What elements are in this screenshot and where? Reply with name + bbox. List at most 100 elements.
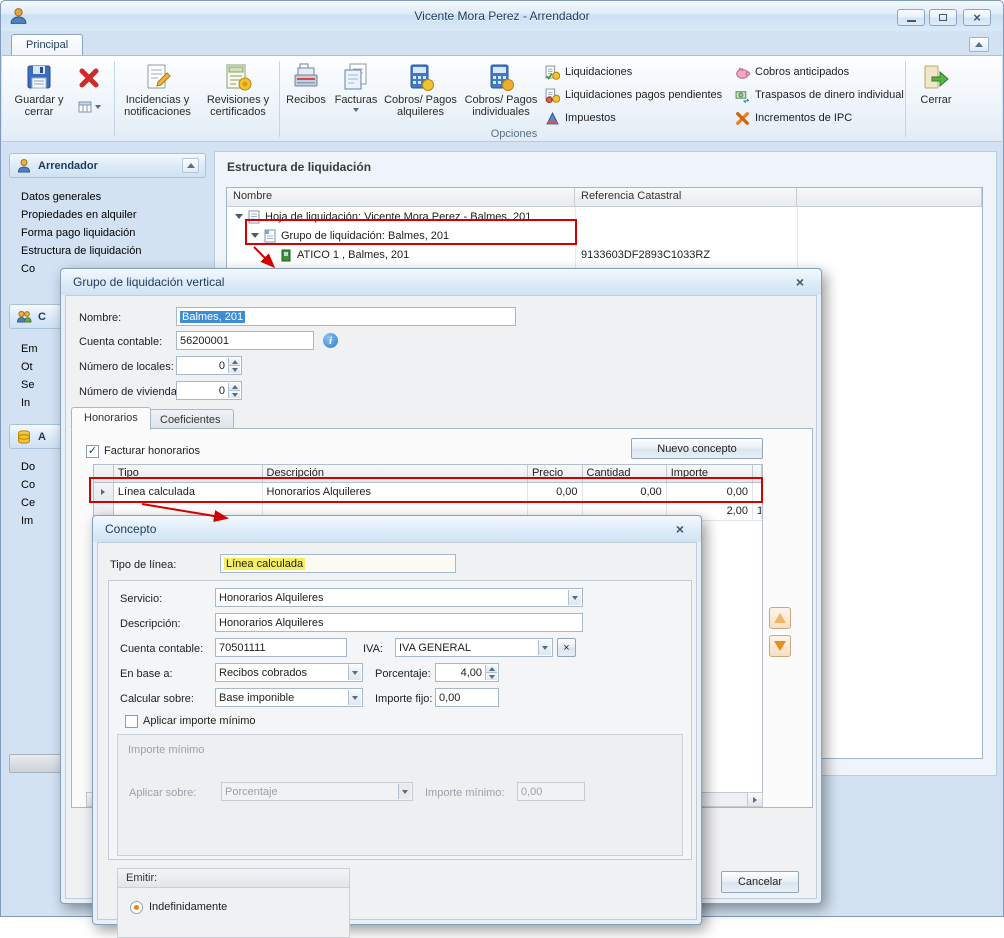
descripcion-label: Descripción: [120,615,181,634]
concepto-dialog: Concepto × Tipo de línea: Línea calculad… [92,515,702,925]
guardar-cerrar-button[interactable]: Guardar y cerrar [12,58,66,134]
nombre-input[interactable]: Balmes, 201 [176,307,516,326]
nuevo-concepto-button[interactable]: Nuevo concepto [631,438,763,459]
row-indicator-icon [101,489,105,495]
col-cantidad[interactable]: Cantidad [583,465,667,482]
tab-principal[interactable]: Principal [11,34,83,55]
recibos-button[interactable]: Recibos [283,58,329,134]
tree-row-hoja[interactable]: Hoja de liquidación: Vicente Mora Perez … [227,207,982,226]
aplicar-importe-minimo-checkbox[interactable] [125,715,138,728]
recibos-icon [291,62,321,92]
sidebar-item[interactable]: Ot [21,359,33,375]
sidebar-item-truncated[interactable]: Co [21,261,35,277]
eliminar-button[interactable] [68,58,110,134]
cancelar-button[interactable]: Cancelar [721,871,799,893]
num-locales-stepper[interactable]: 0 [176,356,242,375]
descripcion-input[interactable]: Honorarios Alquileres [215,613,583,632]
col-importe[interactable]: Importe [667,465,753,482]
sidebar-item-estructura[interactable]: Estructura de liquidación [21,243,141,259]
tree-row-grupo[interactable]: Grupo de liquidación: Balmes, 201 [227,226,982,245]
revisiones-icon [223,62,253,92]
spin-down-icon[interactable] [229,365,240,373]
spin-up-icon[interactable] [229,383,240,390]
info-icon[interactable]: i [323,333,338,348]
tree-column-nombre[interactable]: Nombre [227,188,575,206]
ribbon-collapse-button[interactable] [969,37,989,52]
close-button[interactable]: × [963,9,991,26]
cobros-pagos-individuales-button[interactable]: Cobros/ Pagos individuales [461,58,541,134]
restore-button[interactable] [929,9,957,26]
liquidaciones-item[interactable]: Liquidaciones [545,64,632,80]
tab-coeficientes[interactable]: Coeficientes [147,409,234,430]
chevron-down-icon[interactable] [348,665,361,680]
tree-column-extra[interactable] [797,188,982,206]
chevron-down-icon[interactable] [568,590,581,605]
indefinidamente-radio[interactable] [130,901,143,914]
facturas-icon [341,62,371,92]
grid-header: Tipo Descripción Precio Cantidad Importe [94,465,762,483]
iva-combo[interactable]: IVA GENERAL [395,638,553,657]
move-up-button[interactable] [769,607,791,629]
minimize-button[interactable] [897,9,925,26]
traspasos-item[interactable]: Traspasos de dinero individual [735,87,904,103]
sidebar-item-datos-generales[interactable]: Datos generales [21,189,101,205]
spin-down-icon[interactable] [486,672,497,680]
col-precio[interactable]: Precio [528,465,583,482]
incrementos-ipc-item[interactable]: Incrementos de IPC [735,110,852,126]
revisiones-button[interactable]: Revisiones y certificados [199,58,277,134]
sidebar-item[interactable]: Im [21,513,33,529]
chevron-down-icon[interactable] [348,690,361,705]
cuenta-contable-input[interactable]: 70501111 [215,638,347,657]
incidencias-button[interactable]: Incidencias y notificaciones [118,58,197,134]
cuenta-contable-input[interactable]: 56200001 [176,331,314,350]
dialog-close-icon[interactable]: × [791,274,809,290]
sidebar-item[interactable]: Co [21,477,35,493]
calcular-sobre-combo[interactable]: Base imponible [215,688,363,707]
importe-minimo-input: 0,00 [517,782,585,801]
sidebar-item[interactable]: In [21,395,30,411]
scroll-right-icon[interactable] [747,793,762,806]
chevron-down-icon[interactable] [538,640,551,655]
move-down-button[interactable] [769,635,791,657]
spin-up-icon[interactable] [486,665,497,672]
spin-up-icon[interactable] [229,358,240,365]
sidebar-item[interactable]: Ce [21,495,35,511]
cerrar-button[interactable]: Cerrar [910,58,962,134]
expander-icon[interactable] [235,214,243,219]
tipo-linea-label: Tipo de línea: [110,556,176,575]
servicio-combo[interactable]: Honorarios Alquileres [215,588,583,607]
panel-collapse-button[interactable] [182,158,199,173]
importe-fijo-input[interactable]: 0,00 [435,688,499,707]
sidebar-item[interactable]: Do [21,459,35,475]
clear-iva-button[interactable]: × [557,638,576,657]
sidebar-item[interactable]: Em [21,341,38,357]
spin-down-icon[interactable] [229,390,240,398]
cobros-anticipados-item[interactable]: Cobros anticipados [735,64,849,80]
col-tipo[interactable]: Tipo [114,465,263,482]
cobros-pagos-alquileres-button[interactable]: Cobros/ Pagos alquileres [383,58,458,134]
tree-column-referencia[interactable]: Referencia Catastral [575,188,797,206]
panel-arrendador-header[interactable]: Arrendador [9,153,206,178]
expander-icon[interactable] [251,233,259,238]
view-dropdown-button[interactable] [78,100,101,114]
tab-honorarios[interactable]: Honorarios [71,407,151,430]
sidebar-item-propiedades[interactable]: Propiedades en alquiler [21,207,137,223]
tree-row-atico[interactable]: ATICO 1 , Balmes, 201 9133603DF2893C1033… [227,245,982,264]
sidebar-item[interactable]: Se [21,377,34,393]
impuestos-item[interactable]: Impuestos [545,110,616,126]
porcentaje-stepper[interactable]: 4,00 [435,663,499,682]
liquidaciones-pendientes-item[interactable]: Liquidaciones pagos pendientes [545,87,722,103]
col-descripcion[interactable]: Descripción [263,465,528,482]
facturas-button[interactable]: Facturas [331,58,381,134]
facturar-honorarios-checkbox[interactable]: ✓ [86,445,99,458]
num-viviendas-stepper[interactable]: 0 [176,381,242,400]
arrow-down-icon [774,641,786,651]
sidebar-item-forma-pago[interactable]: Forma pago liquidación [21,225,135,241]
dialog-close-icon[interactable]: × [671,521,689,537]
tipo-linea-input[interactable]: Línea calculada [220,554,456,573]
grid-row-linea-calculada[interactable]: Línea calculada Honorarios Alquileres 0,… [94,483,762,502]
save-icon [24,62,54,92]
emitir-group-title: Emitir: [118,869,349,888]
en-base-a-combo[interactable]: Recibos cobrados [215,663,363,682]
dialog-title-bar: Concepto × [93,516,701,542]
